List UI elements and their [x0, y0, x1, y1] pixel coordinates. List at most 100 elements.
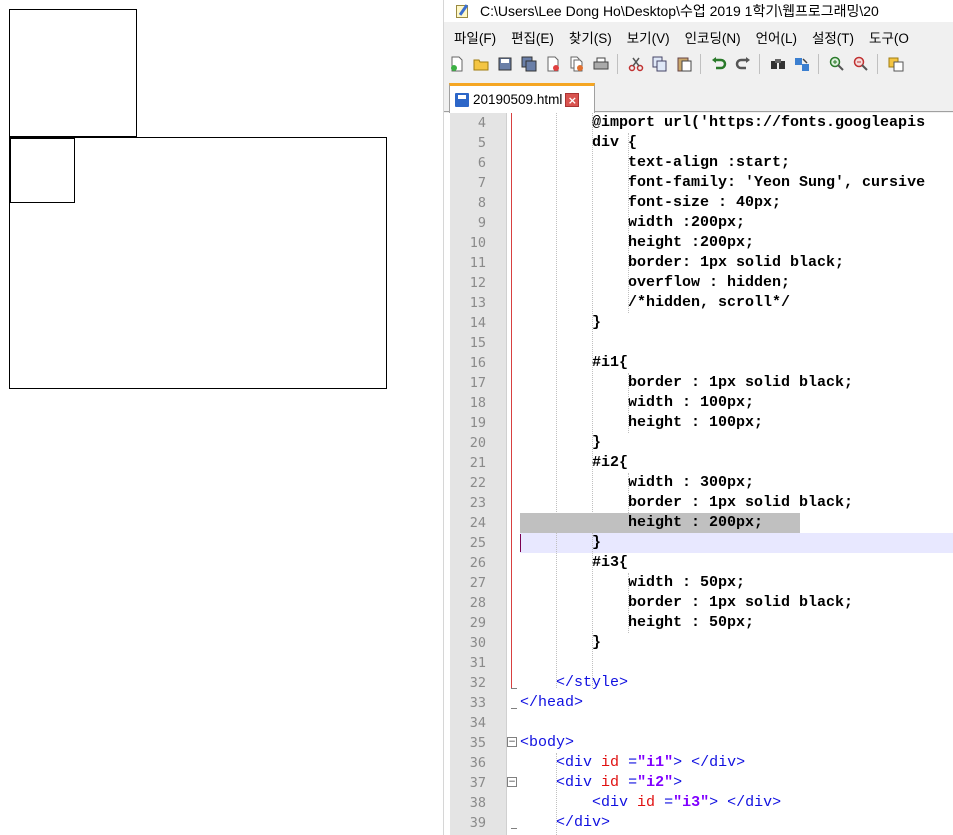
sync-button[interactable] — [885, 53, 907, 75]
code-line: 27 width : 50px; — [444, 573, 953, 593]
save-button[interactable] — [494, 53, 516, 75]
line-text: </div> — [556, 814, 611, 831]
new-file-button[interactable] — [446, 53, 468, 75]
code-line: 18 width : 100px; — [444, 393, 953, 413]
code-line: 22 width : 300px; — [444, 473, 953, 493]
line-text: } — [520, 434, 602, 451]
code-line: 37 <div id ="i2"> — [444, 773, 953, 793]
tab-close-icon[interactable]: × — [565, 92, 580, 107]
line-number: 33 — [469, 695, 486, 711]
line-number: 39 — [469, 815, 486, 831]
zoom-in-button[interactable] — [826, 53, 848, 75]
line-text: font-family: 'Yeon Sung', cursive — [520, 174, 926, 191]
close-all-button[interactable] — [566, 53, 588, 75]
line-text: /*hidden, scroll*/ — [520, 294, 791, 311]
line-text: <div id ="i3"> </div> — [592, 794, 782, 811]
line-text: } — [520, 314, 602, 331]
menu-view[interactable]: 보기(V) — [627, 27, 670, 47]
copy-button[interactable] — [649, 53, 671, 75]
div-i1-box — [9, 9, 137, 137]
code-line: 11 border: 1px solid black; — [444, 253, 953, 273]
fold-toggle[interactable]: − — [507, 737, 517, 747]
line-number: 30 — [469, 635, 486, 651]
fold-toggle[interactable]: − — [507, 777, 517, 787]
line-number: 15 — [469, 335, 486, 351]
toolbar-separator — [818, 54, 819, 74]
code-line: 23 border : 1px solid black; — [444, 493, 953, 513]
line-number: 19 — [469, 415, 486, 431]
line-text: width :200px; — [520, 214, 746, 231]
menu-language[interactable]: 언어(L) — [756, 27, 797, 47]
line-text: border : 1px solid black; — [520, 374, 854, 391]
line-number: 12 — [469, 275, 486, 291]
undo-button[interactable] — [708, 53, 730, 75]
replace-button[interactable] — [791, 53, 813, 75]
fold-end-marker — [511, 828, 517, 829]
menu-file[interactable]: 파일(F) — [454, 27, 496, 47]
tab-20190509-html[interactable]: 20190509.html × — [449, 83, 595, 113]
indent-guide — [628, 373, 629, 433]
zoom-out-button[interactable] — [850, 53, 872, 75]
line-number: 28 — [469, 595, 486, 611]
close-all-icon — [569, 56, 585, 72]
code-line: 19 height : 100px; — [444, 413, 953, 433]
open-file-icon — [473, 56, 489, 72]
save-all-icon — [521, 56, 537, 72]
save-icon — [497, 56, 513, 72]
code-line: 39 </div> — [444, 813, 953, 833]
code-line: 29 height : 50px; — [444, 613, 953, 633]
code-line: 36 <div id ="i1"> </div> — [444, 753, 953, 773]
print-button[interactable] — [590, 53, 612, 75]
line-number: 31 — [469, 655, 486, 671]
line-number: 9 — [477, 215, 486, 231]
cut-icon — [628, 56, 644, 72]
code-line: 32 </style> — [444, 673, 953, 693]
line-text: } — [520, 534, 602, 551]
code-line: 33 </head> — [444, 693, 953, 713]
menu-tools[interactable]: 도구(O — [869, 27, 909, 47]
line-text: @import url('https://fonts.googleapis — [520, 114, 926, 131]
line-number: 16 — [469, 355, 486, 371]
line-number: 17 — [469, 375, 486, 391]
line-text: overflow : hidden; — [520, 274, 791, 291]
line-text: font-size : 40px; — [520, 194, 782, 211]
menu-settings[interactable]: 설정(T) — [812, 27, 854, 47]
cut-button[interactable] — [625, 53, 647, 75]
fold-end-marker — [511, 708, 517, 709]
title-bar: C:\Users\Lee Dong Ho\Desktop\수업 2019 1학기… — [444, 0, 953, 22]
tab-label: 20190509.html — [473, 92, 563, 107]
toolbar-separator — [700, 54, 701, 74]
line-text: #i2{ — [520, 454, 629, 471]
code-line: 15 — [444, 333, 953, 353]
code-line: 28 border : 1px solid black; — [444, 593, 953, 613]
line-number: 27 — [469, 575, 486, 591]
indent-guide — [628, 133, 629, 313]
toolbar-separator — [617, 54, 618, 74]
code-line: 7 font-family: 'Yeon Sung', cursive — [444, 173, 953, 193]
code-line: 21 #i2{ — [444, 453, 953, 473]
code-line: 12 overflow : hidden; — [444, 273, 953, 293]
line-number: 21 — [469, 455, 486, 471]
indent-guide — [556, 753, 557, 835]
close-button[interactable] — [542, 53, 564, 75]
save-all-button[interactable] — [518, 53, 540, 75]
line-number: 37 — [469, 775, 486, 791]
menu-encoding[interactable]: 인코딩(N) — [685, 27, 741, 47]
paste-button[interactable] — [673, 53, 695, 75]
redo-icon — [735, 56, 751, 72]
menu-search[interactable]: 찾기(S) — [569, 27, 612, 47]
line-text: #i1{ — [520, 354, 629, 371]
line-text: border: 1px solid black; — [520, 254, 845, 271]
code-line: 9 width :200px; — [444, 213, 953, 233]
line-number: 36 — [469, 755, 486, 771]
code-line: 20 } — [444, 433, 953, 453]
code-editor[interactable]: 4 @import url('https://fonts.googleapis 5… — [444, 113, 953, 835]
tab-strip: 20190509.html × — [444, 80, 953, 113]
redo-button[interactable] — [732, 53, 754, 75]
replace-icon — [794, 56, 810, 72]
code-line: 10 height :200px; — [444, 233, 953, 253]
find-button[interactable] — [767, 53, 789, 75]
menu-edit[interactable]: 편집(E) — [511, 27, 554, 47]
print-icon — [593, 56, 609, 72]
open-file-button[interactable] — [470, 53, 492, 75]
